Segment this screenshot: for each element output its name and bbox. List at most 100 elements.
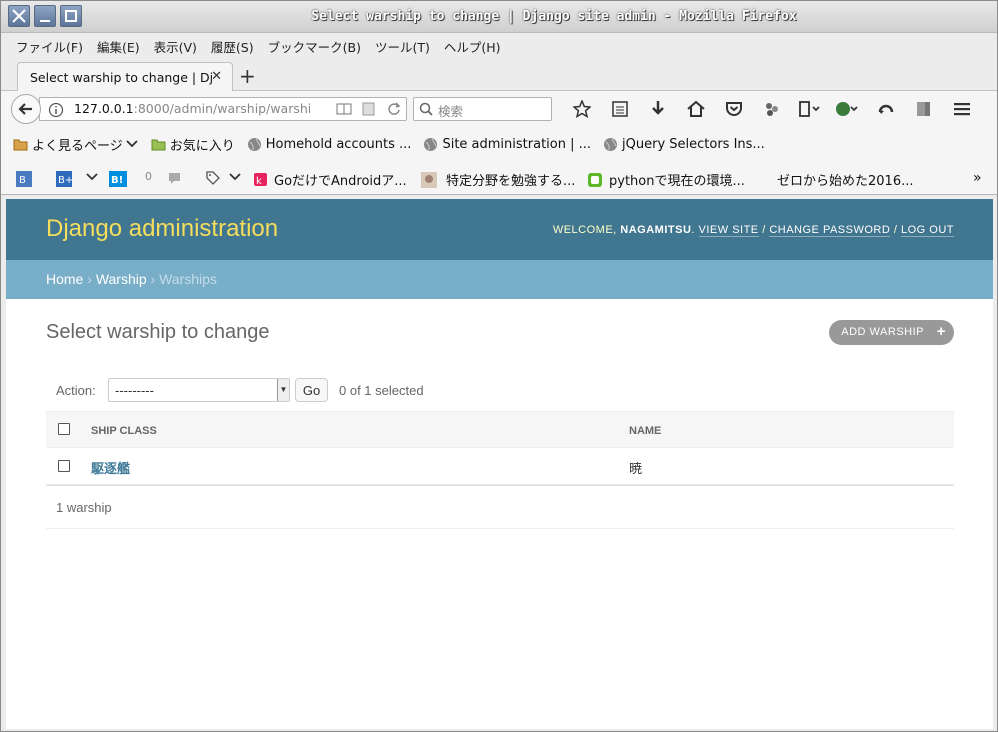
menu-bar: ファイル(F) 編集(E) 表示(V) 履歴(S) ブックマーク(B) ツール(…: [1, 33, 997, 59]
avatar-icon: [421, 171, 437, 188]
chevron-down-icon[interactable]: [85, 170, 99, 184]
globe-icon: [247, 137, 261, 151]
user-tools: WELCOME, NAGAMITSU. VIEW SITE / CHANGE P…: [552, 224, 954, 237]
column-name[interactable]: NAME: [629, 425, 661, 437]
view-site-link[interactable]: VIEW SITE: [698, 224, 759, 237]
breadcrumb-home[interactable]: Home: [46, 271, 83, 287]
svg-text:B: B: [19, 175, 26, 186]
pocket-icon[interactable]: [715, 99, 753, 119]
hatena-bookmark-add-icon[interactable]: B+: [55, 170, 73, 188]
bookmark-python[interactable]: pythonで現在の環境...: [587, 170, 745, 189]
search-bar[interactable]: 検索: [413, 97, 552, 121]
select-all-checkbox[interactable]: [58, 423, 70, 435]
hatena-b-icon[interactable]: B: [15, 170, 33, 188]
tag-icon[interactable]: [205, 170, 221, 186]
add-warship-button[interactable]: ADD WARSHIP +: [829, 320, 954, 345]
table-header: SHIP CLASS NAME: [46, 411, 954, 448]
logout-link[interactable]: LOG OUT: [900, 224, 954, 237]
minimize-window-button[interactable]: [34, 5, 56, 27]
url-text[interactable]: 127.0.0.1:8000/admin/warship/warship/: [74, 101, 310, 116]
globe-icon: [424, 137, 438, 151]
chevron-down-icon[interactable]: [228, 170, 242, 184]
close-icon: [12, 9, 26, 23]
svg-text:B+: B+: [58, 175, 73, 186]
welcome-text: WELCOME,: [552, 224, 617, 236]
bookmarks-list-icon[interactable]: [601, 99, 639, 119]
breadcrumb-current: Warships: [159, 271, 217, 287]
tab-close-icon[interactable]: ✕: [211, 69, 222, 84]
tab-active[interactable]: Select warship to change | Dj ✕: [17, 62, 233, 92]
back-button[interactable]: [11, 94, 41, 124]
menu-view[interactable]: 表示(V): [147, 37, 204, 56]
results-table: SHIP CLASS NAME 駆逐艦 暁: [46, 411, 954, 485]
row-checkbox[interactable]: [58, 460, 70, 472]
page-title: Select warship to change: [46, 321, 270, 343]
site-favicon-icon: [588, 172, 602, 187]
dropdown-arrow-icon[interactable]: ▼: [277, 379, 289, 401]
svg-text:k: k: [256, 176, 262, 187]
menu-history[interactable]: 履歴(S): [204, 37, 261, 56]
title-bar: Select warship to change | Django site a…: [1, 1, 997, 33]
bookmark-jquery[interactable]: jQuery Selectors Ins...: [603, 137, 765, 152]
close-window-button[interactable]: [8, 5, 30, 27]
folder-icon: [151, 139, 166, 150]
hamburger-menu-icon[interactable]: [943, 99, 981, 119]
bookmark-study[interactable]: 特定分野を勉強する...: [421, 170, 575, 189]
svg-text:B!: B!: [111, 175, 123, 186]
search-placeholder: 検索: [438, 104, 464, 119]
bookmark-household[interactable]: Homehold accounts ...: [247, 137, 411, 152]
bookmarks-overflow-button[interactable]: »: [973, 170, 982, 186]
maximize-window-button[interactable]: [60, 5, 82, 27]
addon-green-icon[interactable]: [829, 99, 867, 119]
search-icon: [419, 102, 433, 116]
sync-icon[interactable]: [867, 99, 905, 119]
site-favicon-icon: k: [254, 173, 267, 187]
comment-icon[interactable]: [167, 170, 183, 186]
new-tab-button[interactable]: +: [239, 64, 256, 88]
hatena-b-bang-icon[interactable]: B!: [108, 170, 128, 188]
sidebar-icon[interactable]: [905, 99, 943, 119]
bookmark-star-icon[interactable]: [563, 99, 601, 119]
bookmark-favorites[interactable]: お気に入り: [151, 135, 235, 154]
paginator: 1 warship: [46, 485, 954, 529]
firefox-window: Select warship to change | Django site a…: [0, 0, 998, 732]
change-password-link[interactable]: CHANGE PASSWORD: [769, 224, 891, 237]
menu-help[interactable]: ヘルプ(H): [437, 37, 508, 56]
bookmark-most-visited[interactable]: よく見るページ: [13, 135, 139, 154]
selection-counter: 0 of 1 selected: [339, 383, 424, 398]
menu-file[interactable]: ファイル(F): [9, 37, 90, 56]
reader-view-icon[interactable]: [336, 101, 352, 117]
tab-title: Select warship to change | Dj: [30, 70, 214, 85]
minimize-icon: [40, 20, 50, 22]
ship-name: 暁: [629, 461, 643, 476]
url-bar[interactable]: 127.0.0.1:8000/admin/warship/warship/: [39, 97, 407, 121]
menu-bookmarks[interactable]: ブックマーク(B): [261, 37, 368, 56]
container-icon[interactable]: [791, 99, 829, 119]
bookmark-zero[interactable]: ゼロから始めた2016...: [777, 170, 913, 189]
bookmarks-toolbar: よく見るページ お気に入り Homehold accounts ... Site…: [1, 127, 997, 161]
nav-toolbar: 127.0.0.1:8000/admin/warship/warship/ 検索: [1, 91, 997, 127]
plus-icon: +: [936, 323, 946, 340]
hatena-count: 0: [145, 170, 152, 183]
action-select[interactable]: --------- ▼: [108, 378, 290, 402]
extension-icon[interactable]: [753, 99, 791, 119]
breadcrumb-app[interactable]: Warship: [96, 271, 147, 287]
maximize-icon: [65, 10, 77, 22]
column-ship-class[interactable]: SHIP CLASS: [91, 425, 157, 437]
bookmark-go-android[interactable]: k GoだけでAndroidア...: [253, 170, 407, 189]
bookmark-site-admin[interactable]: Site administration | ...: [423, 137, 591, 152]
ship-class-link[interactable]: 駆逐艦: [91, 458, 130, 477]
info-icon: [48, 102, 64, 118]
menu-edit[interactable]: 編集(E): [90, 37, 147, 56]
home-icon[interactable]: [677, 99, 715, 119]
action-label: Action:: [56, 383, 96, 398]
actions-bar: Action: --------- ▼ Go 0 of 1 selected: [46, 370, 954, 410]
download-icon[interactable]: [639, 99, 677, 119]
reload-icon[interactable]: [386, 101, 402, 117]
go-button[interactable]: Go: [295, 378, 328, 402]
translate-icon[interactable]: [362, 101, 376, 117]
folder-icon: [13, 139, 28, 150]
window-title: Select warship to change | Django site a…: [311, 9, 797, 24]
site-brand[interactable]: Django administration: [46, 215, 278, 243]
menu-tools[interactable]: ツール(T): [368, 37, 437, 56]
